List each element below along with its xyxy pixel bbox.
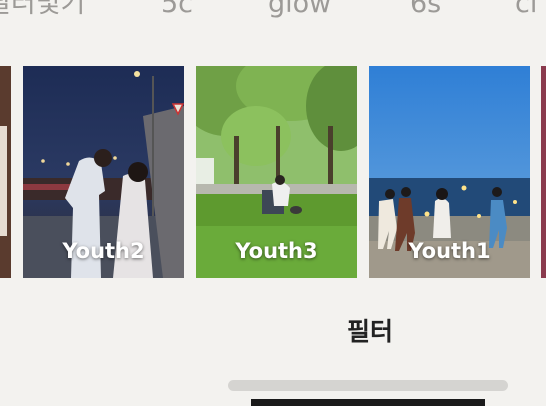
filter-thumbnail-youth2[interactable]: Youth2 [23,66,184,278]
category-tab[interactable]: 6s [410,0,441,24]
filter-name-label: Youth3 [235,239,318,263]
filter-thumbnail-partial-left[interactable] [0,66,11,278]
category-tab[interactable]: glow [268,0,331,24]
category-tab[interactable]: ci [515,0,537,24]
category-tab[interactable]: 필터빛기 [0,0,85,24]
filter-name-label: Youth2 [62,239,145,263]
filter-thumbnail-youth3[interactable]: Youth3 [196,66,357,278]
category-tab[interactable]: 5c [161,0,193,24]
thumbnail-image [0,126,7,236]
filter-category-row: 필터빛기 5c glow 6s ci [0,0,546,24]
filter-thumbnail-partial-right[interactable] [541,66,546,278]
panel-title: 필터 [346,317,393,346]
filter-name-label: Youth1 [408,239,491,263]
filter-thumbnail-youth1[interactable]: Youth1 [369,66,530,278]
scroll-indicator [228,380,508,391]
home-indicator [251,399,485,406]
